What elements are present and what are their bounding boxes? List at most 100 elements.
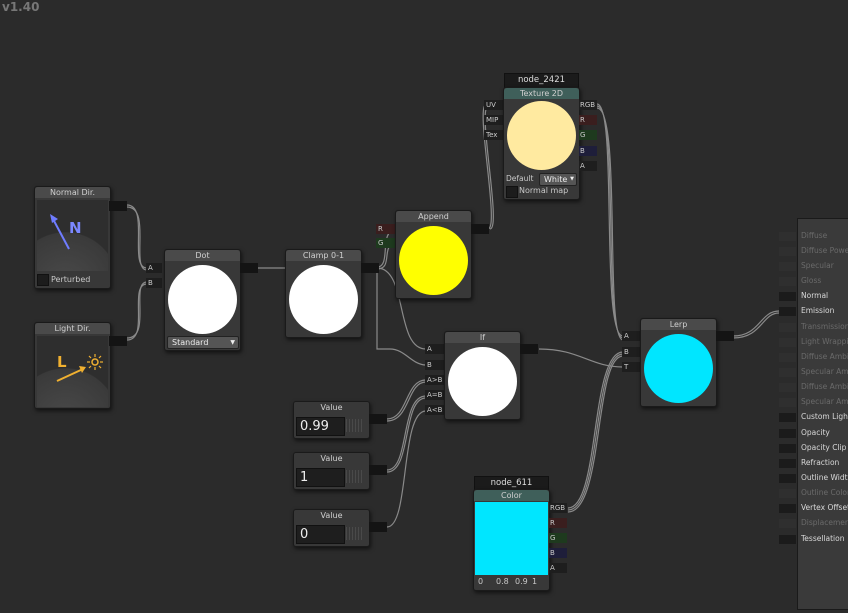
clamp-node[interactable]: Clamp 0-1 [285,249,362,338]
color-b-value[interactable]: 0.9 [515,577,528,586]
clamp-title: Clamp 0-1 [286,250,361,261]
output-socket-9[interactable] [779,368,796,377]
lerp-input-b[interactable]: B [622,347,640,357]
wire-tex-rgb-to-lerp-a [596,103,624,337]
value-2-input[interactable]: 1 [296,468,345,487]
color-r-value[interactable]: 0 [478,577,483,586]
output-socket-16[interactable] [779,474,796,483]
texture-output-g[interactable]: G [579,130,597,140]
chevron-down-icon: ▼ [230,339,235,346]
output-socket-5[interactable] [779,307,796,316]
lerp-output[interactable] [716,331,734,341]
dot-node[interactable]: Dot Standard ▼ [164,249,241,351]
value-3-input[interactable]: 0 [296,525,345,544]
color-output-b[interactable]: B [549,548,567,558]
output-socket-18[interactable] [779,504,796,513]
color-g-value[interactable]: 0.8 [496,577,509,586]
texture-output-rgb[interactable]: RGB [579,100,597,110]
perturbed-checkbox[interactable] [37,274,49,286]
light-arrow-icon [56,354,103,382]
color-output-r[interactable]: R [549,518,567,528]
append-node[interactable]: Append [395,210,472,299]
output-socket-12[interactable] [779,413,796,422]
normal-dir-node[interactable]: Normal Dir. N Perturbed [34,186,111,289]
lerp-node[interactable]: Lerp [640,318,717,407]
texture-2d-node[interactable]: Texture 2D Default White ▼ Normal map [503,87,580,200]
dot-input-a[interactable]: A [146,263,162,273]
if-input-a-gt-b[interactable]: A>B [425,375,445,385]
output-socket-15[interactable] [779,459,796,468]
if-input-b[interactable]: B [425,360,445,370]
output-socket-7[interactable] [779,338,796,347]
dot-mode-dropdown[interactable]: Standard ▼ [167,336,239,349]
dot-input-b[interactable]: B [146,278,162,288]
lerp-input-a[interactable]: A [622,331,640,341]
value-1-output[interactable] [369,414,387,424]
color-output-g[interactable]: G [549,533,567,543]
value-2-title: Value [320,454,343,463]
if-input-a-eq-b[interactable]: A=B [425,390,445,400]
output-socket-4[interactable] [779,292,796,301]
value-3-drag-handle[interactable] [346,527,364,540]
output-label: Custom Lighting [801,412,848,421]
lerp-title: Lerp [641,319,716,330]
output-label: Emission [801,306,835,315]
normal-map-checkbox[interactable] [506,186,518,198]
value-2-drag-handle[interactable] [346,470,364,483]
output-socket-0[interactable] [779,232,796,241]
value-2-output[interactable] [369,465,387,475]
color-node[interactable]: Color 0 0.8 0.9 1 [473,489,550,591]
output-label: Outline Color [801,488,848,497]
value-node-3[interactable]: Value 0 [293,509,370,547]
append-input-g[interactable]: G [376,238,395,248]
output-socket-3[interactable] [779,277,796,286]
value-1-input[interactable]: 0.99 [296,417,345,436]
output-label: Opacity Clip [801,443,847,452]
value-node-1[interactable]: Value 0.99 [293,401,370,439]
output-socket-6[interactable] [779,323,796,332]
dot-output[interactable] [240,263,258,273]
texture-output-r[interactable]: R [579,115,597,125]
if-title: If [445,332,520,343]
output-label: Diffuse Ambient Light [801,352,848,361]
wire-tex-rgb-to-lerp-a-2 [596,105,624,339]
output-socket-17[interactable] [779,489,796,498]
dot-mode-value: Standard [172,338,209,347]
lerp-input-t[interactable]: T [622,362,640,372]
append-input-r[interactable]: R [376,224,395,234]
light-dir-output[interactable] [109,336,127,346]
if-node[interactable]: If [444,331,521,420]
output-socket-1[interactable] [779,247,796,256]
output-socket-14[interactable] [779,444,796,453]
wire-color-to-lerp-b [567,351,624,509]
output-socket-20[interactable] [779,535,796,544]
output-socket-8[interactable] [779,353,796,362]
perturbed-label: Perturbed [51,275,91,284]
color-a-value[interactable]: 1 [532,577,537,586]
texture-default-dropdown[interactable]: White ▼ [539,173,577,186]
color-swatch[interactable] [475,502,548,575]
normal-dir-title: Normal Dir. [35,187,110,198]
append-output[interactable] [471,224,489,234]
output-socket-11[interactable] [779,398,796,407]
value-node-2[interactable]: Value 1 [293,452,370,490]
light-dir-node[interactable]: Light Dir. L [34,322,111,409]
value-1-drag-handle[interactable] [346,419,364,432]
texture-output-a[interactable]: A [579,161,597,171]
color-output-rgb[interactable]: RGB [549,503,567,513]
wire-color-to-lerp-b-3 [567,355,624,513]
connection-wires [126,103,780,528]
clamp-output[interactable] [361,263,379,273]
output-socket-19[interactable] [779,519,796,528]
output-socket-10[interactable] [779,383,796,392]
if-output[interactable] [520,344,538,354]
output-socket-2[interactable] [779,262,796,271]
texture-output-b[interactable]: B [579,146,597,156]
if-input-a-lt-b[interactable]: A<B [425,405,445,415]
output-socket-13[interactable] [779,429,796,438]
color-output-a[interactable]: A [549,563,567,573]
if-input-a[interactable]: A [425,344,445,354]
value-3-output[interactable] [369,522,387,532]
normal-dir-output[interactable] [109,201,127,211]
texture-name-field[interactable]: node_2421 [504,73,579,88]
